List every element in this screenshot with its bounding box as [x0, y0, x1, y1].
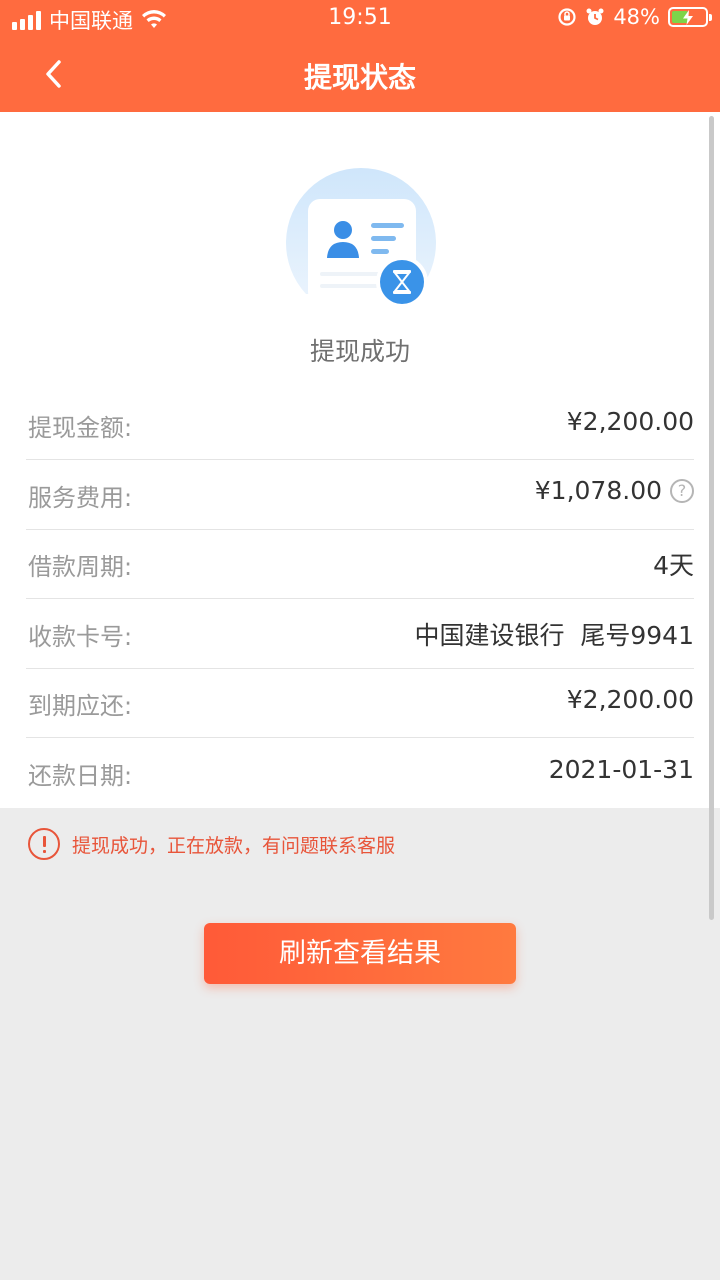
detail-label: 收款卡号: [28, 623, 133, 651]
withdraw-status-text: 提现成功 [309, 337, 410, 366]
detail-label: 服务费用: [28, 484, 133, 512]
detail-label: 借款周期: [28, 553, 133, 581]
detail-label: 提现金额: [28, 414, 133, 442]
alarm-icon [586, 8, 604, 25]
detail-row-service-fee: 服务费用: ¥1,078.00 ? [26, 460, 694, 530]
detail-label: 还款日期: [28, 762, 133, 790]
info-circle-icon [28, 828, 60, 860]
detail-value: 2021-01-31 [548, 755, 694, 784]
page-title: 提现状态 [303, 61, 416, 94]
detail-row-due-amount: 到期应还: ¥2,200.00 [26, 668, 694, 738]
refresh-result-button[interactable]: 刷新查看结果 [204, 923, 516, 984]
question-circle-icon[interactable]: ? [670, 478, 694, 503]
id-card-hourglass-icon [286, 168, 436, 308]
detail-value: ¥2,200.00 [566, 685, 694, 714]
rotation-lock-icon [558, 8, 576, 26]
detail-value: ¥2,200.00 [566, 407, 694, 436]
notice-bar: 提现成功，正在放款，有问题联系客服 [28, 828, 395, 860]
detail-row-card-number: 收款卡号: 中国建设银行 尾号9941 [26, 599, 694, 669]
battery-icon [668, 7, 712, 27]
detail-value: ¥1,078.00 [534, 476, 662, 505]
detail-row-loan-period: 借款周期: 4天 [26, 529, 694, 599]
scrollbar[interactable] [709, 116, 714, 920]
detail-value: 中国建设银行 尾号9941 [414, 621, 694, 650]
nav-bar: 提现状态 [0, 36, 720, 112]
battery-percent: 48% [613, 5, 660, 29]
detail-value: 4天 [653, 551, 694, 580]
header-bar: 中国联通 19:51 48% 提现状态 [0, 0, 720, 112]
status-bar: 中国联通 19:51 48% [0, 0, 720, 36]
detail-row-amount: 提现金额: ¥2,200.00 [26, 390, 694, 460]
notice-text: 提现成功，正在放款，有问题联系客服 [72, 834, 396, 857]
detail-label: 到期应还: [28, 692, 133, 720]
detail-row-repay-date: 还款日期: 2021-01-31 [26, 738, 694, 808]
